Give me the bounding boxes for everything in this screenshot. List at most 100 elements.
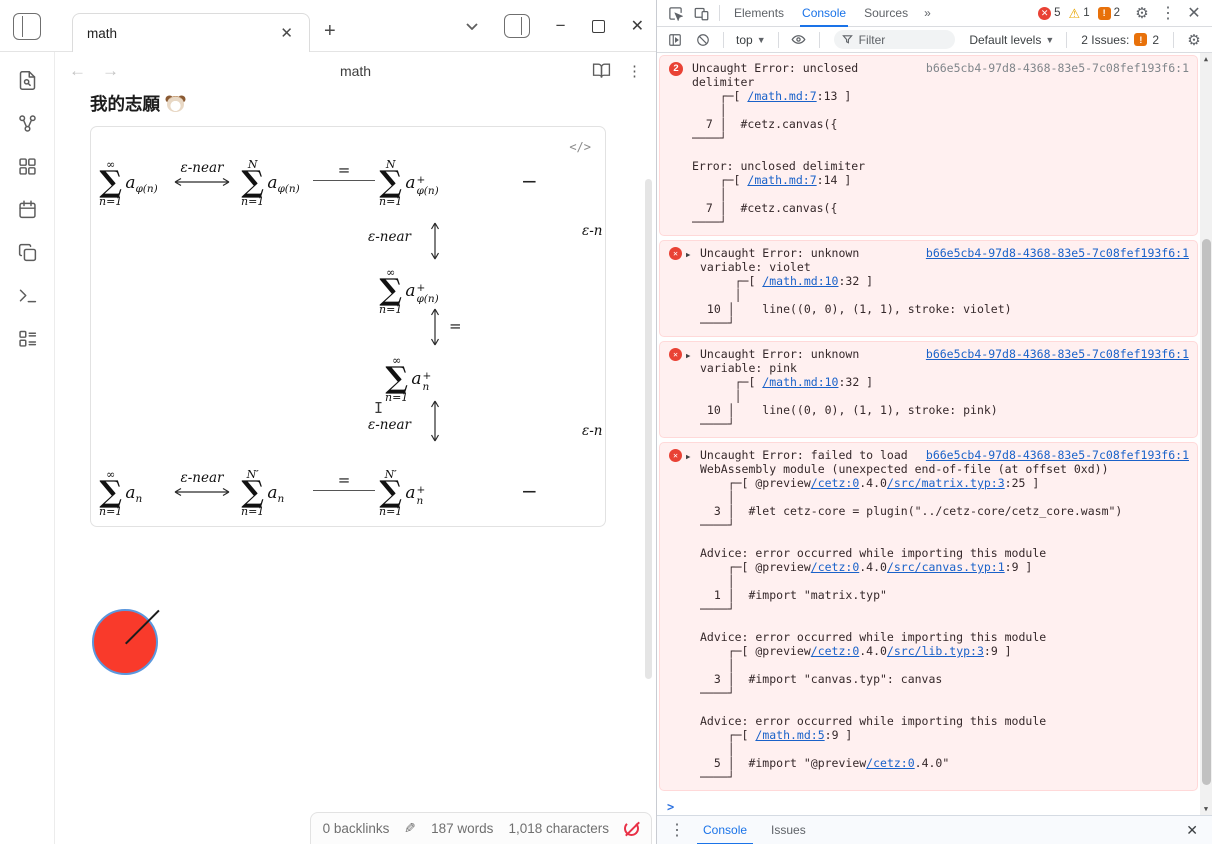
console-prompt[interactable]: > <box>659 795 1198 814</box>
console-scrollbar-thumb[interactable] <box>1202 239 1211 785</box>
source-link[interactable]: /cetz:0 <box>811 476 859 490</box>
devtools-main-toolbar: Elements Console Sources » ✕5 ⚠1 !2 ⚙ ⋮ … <box>657 0 1212 27</box>
app-root: math ✕ + − ✕ <box>0 0 1212 844</box>
window-maximize-button[interactable] <box>592 20 605 33</box>
filter-input[interactable] <box>859 33 948 47</box>
console-text: :9 ] <box>1005 560 1033 574</box>
eps-near-arrow: ε-near <box>171 160 233 188</box>
file-search-icon[interactable] <box>17 70 38 91</box>
left-sidebar-toggle-icon[interactable] <box>13 13 41 40</box>
console-line: 10 │ line((0, 0), (1, 1), stroke: pink) <box>700 403 1189 417</box>
device-toolbar-icon[interactable] <box>689 3 713 23</box>
source-location[interactable]: b66e5cb4-97d8-4368-83e5-7c08fef193f6:1 <box>926 246 1189 260</box>
console-line: Advice: error occurred while importing t… <box>700 630 1189 644</box>
edit-mode-icon[interactable]: ✎ <box>404 820 416 837</box>
issues-chip[interactable]: 2 Issues:!2 <box>1075 33 1165 47</box>
console-line: ┌─[ /math.md:7:13 ] <box>692 89 1189 103</box>
more-options-icon[interactable]: ⋮ <box>627 62 642 80</box>
live-expression-eye-icon[interactable] <box>787 30 811 50</box>
list-panel-icon[interactable] <box>17 328 38 349</box>
console-text: Advice: error occurred while importing t… <box>700 546 1046 560</box>
source-link[interactable]: /math.md:5 <box>755 728 824 742</box>
drawer-tab-issues[interactable]: Issues <box>761 816 816 844</box>
devtools-settings-icon[interactable]: ⚙ <box>1130 3 1154 23</box>
error-count-badge[interactable]: ✕5 <box>1038 7 1060 20</box>
terminal-icon[interactable] <box>17 285 38 306</box>
layout-grid-icon[interactable] <box>17 156 38 177</box>
right-sidebar-toggle-icon[interactable] <box>504 14 530 38</box>
console-text: │ <box>700 574 735 588</box>
tab-sources[interactable]: Sources <box>856 0 916 27</box>
console-sidebar-icon[interactable] <box>663 30 687 50</box>
reading-mode-icon[interactable] <box>592 61 611 80</box>
calendar-icon[interactable] <box>17 199 38 220</box>
source-link[interactable]: /math.md:10 <box>762 375 838 389</box>
tab-list-chevron-icon[interactable] <box>466 22 478 30</box>
clear-console-icon[interactable] <box>691 30 715 50</box>
window-close-button[interactable]: ✕ <box>631 16 644 36</box>
console-line: ────┘ <box>700 417 1189 431</box>
error-icon: ✕ <box>669 247 682 260</box>
cetz-canvas-drawing <box>92 576 162 646</box>
console-line: ┌─[ @preview/cetz:0.4.0/src/lib.typ:3:9 … <box>700 644 1189 658</box>
source-location[interactable]: b66e5cb4-97d8-4368-83e5-7c08fef193f6:1 <box>926 448 1189 462</box>
context-selector[interactable]: top▼ <box>732 33 770 47</box>
console-text: :32 ] <box>838 274 873 288</box>
console-filter[interactable] <box>834 30 956 49</box>
scroll-up-arrow[interactable]: ▲ <box>1200 53 1212 65</box>
graph-view-icon[interactable] <box>17 113 38 134</box>
console-text: 7 │ #cetz.canvas({ <box>692 117 837 131</box>
source-link[interactable]: /src/lib.typ:3 <box>887 644 984 658</box>
drawer-tab-console[interactable]: Console <box>693 816 757 844</box>
sum-Nprime-a-n: N′∑n=1 an <box>241 469 284 517</box>
source-link[interactable]: /cetz:0 <box>811 644 859 658</box>
backlinks-count[interactable]: 0 backlinks <box>323 821 390 836</box>
source-link[interactable]: /math.md:10 <box>762 274 838 288</box>
tab-console[interactable]: Console <box>794 0 854 27</box>
devtools-close-icon[interactable]: ✕ <box>1182 3 1206 23</box>
editor-scrollbar[interactable] <box>645 179 652 679</box>
copy-files-icon[interactable] <box>17 242 38 263</box>
expand-triangle-icon[interactable]: ▶ <box>686 349 691 363</box>
source-link[interactable]: /cetz:0 <box>866 756 914 770</box>
source-link[interactable]: /src/canvas.typ:1 <box>887 560 1005 574</box>
source-location[interactable]: b66e5cb4-97d8-4368-83e5-7c08fef193f6:1 <box>926 347 1189 361</box>
source-link[interactable]: /cetz:0 <box>811 560 859 574</box>
tab-math[interactable]: math ✕ <box>72 13 310 52</box>
edit-code-button[interactable]: </> <box>569 140 591 154</box>
console-settings-icon[interactable]: ⚙ <box>1182 30 1206 50</box>
drawer-close-icon[interactable]: ✕ <box>1180 822 1204 839</box>
status-bar: 0 backlinks ✎ 187 words 1,018 characters <box>310 812 652 844</box>
sum-Nprime-a-plus-n: N′∑n=1 a+n <box>379 469 425 517</box>
console-line: ┌─[ /math.md:7:14 ] <box>692 173 1189 187</box>
tab-elements[interactable]: Elements <box>726 0 792 27</box>
console-line: ┌─[ /math.md:10:32 ] <box>700 274 1189 288</box>
source-link[interactable]: /math.md:7 <box>747 173 816 187</box>
log-levels-selector[interactable]: Default levels▼ <box>965 33 1058 47</box>
source-link[interactable]: /src/matrix.typ:3 <box>887 476 1005 490</box>
more-tabs-icon[interactable]: » <box>918 6 937 20</box>
console-line: Advice: error occurred while importing t… <box>700 546 1189 560</box>
inspect-element-icon[interactable] <box>663 3 687 23</box>
warning-count-badge[interactable]: ⚠1 <box>1069 7 1090 20</box>
error-icon: ✕ <box>669 449 682 462</box>
devtools-menu-icon[interactable]: ⋮ <box>1156 3 1180 23</box>
warning-badge-icon: ⚠ <box>1069 7 1081 20</box>
source-location[interactable]: b66e5cb4-97d8-4368-83e5-7c08fef193f6:1 <box>926 61 1189 75</box>
word-count: 187 words <box>431 821 493 836</box>
expand-triangle-icon[interactable]: ▶ <box>686 248 691 262</box>
console-text: ────┘ <box>700 316 735 330</box>
tab-close-icon[interactable]: ✕ <box>274 22 299 44</box>
filter-funnel-icon <box>842 34 853 45</box>
source-link[interactable]: /math.md:7 <box>747 89 816 103</box>
dog-emoji <box>167 96 184 112</box>
scroll-down-arrow[interactable]: ▼ <box>1200 803 1212 815</box>
note-content: 我的志願 </> ∞∑n=1 aφ(n) ε-near <box>55 89 656 844</box>
expand-triangle-icon[interactable]: ▶ <box>686 450 691 464</box>
new-tab-button[interactable]: + <box>324 20 336 43</box>
window-minimize-button[interactable]: − <box>556 21 566 31</box>
drawer-menu-icon[interactable]: ⋮ <box>665 820 689 840</box>
sync-disabled-icon[interactable] <box>624 821 639 836</box>
console-scrollbar[interactable]: ▲ ▼ <box>1200 53 1212 815</box>
issue-count-badge[interactable]: !2 <box>1098 7 1120 20</box>
